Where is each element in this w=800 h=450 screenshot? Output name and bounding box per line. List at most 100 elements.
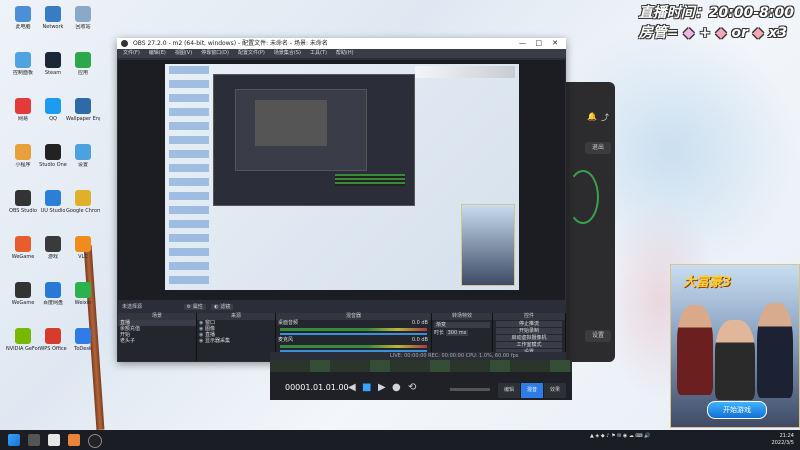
list-item-label: 显示器采集 [204,338,230,344]
overlay-icon-c: ◆ [752,25,764,41]
desktop-icon[interactable]: 回收站 [66,6,100,30]
desktop-icon-label: OBS Studio [9,208,37,214]
desktop-icon[interactable]: 游戏 [36,236,70,260]
taskbar-obs-icon[interactable] [88,434,102,448]
mixer-fader-desktop[interactable] [280,333,427,335]
desktop-icon[interactable]: Google Chrome [66,190,100,214]
tab-edit[interactable]: 编辑 [498,383,520,398]
desktop-icon[interactable]: 小程序 [6,144,40,168]
ad-character-middle [715,320,755,400]
mixer-channel-desktop-db: 0.0 dB [411,320,428,326]
transitions-dock-header: 转场特效 [432,313,492,320]
tab-mix[interactable]: 混音 [521,383,543,398]
loop-icon[interactable]: ⟲ [408,382,416,393]
desktop-icon[interactable]: 应用 [66,52,100,76]
sources-dock-header: 来源 [197,313,275,320]
scenes-list: 直播 余额充值 开始 老头子 [118,320,196,344]
desktop-icon[interactable]: WeGame [6,236,40,260]
desktop-icon[interactable]: WPS Office [36,328,70,352]
desktop-icon[interactable]: Studio One [36,144,70,168]
desktop-icon[interactable]: 此电脑 [6,6,40,30]
obs-menu-item[interactable]: 工具(T) [310,50,327,56]
control-button[interactable]: 开始录制 [496,328,562,334]
controls-dock-header: 控件 [493,313,565,320]
transition-type-select[interactable]: 渐变 [434,322,490,328]
desktop-app-icon [75,328,91,344]
close-icon[interactable]: ✕ [552,38,558,49]
desktop-icon[interactable]: Wallpaper Engine [66,98,100,122]
obs-menu-item[interactable]: 场景集合(S) [274,50,301,56]
obs-menu-item[interactable]: 停靠窗口(D) [201,50,229,56]
stop-icon[interactable]: ■ [362,382,371,393]
desktop-icon[interactable]: UU Studio [36,190,70,214]
settings-button[interactable]: 设置 [585,330,611,342]
rewind-icon[interactable]: ◀ [348,382,356,393]
desktop-icon-grid: 此电脑 Network 回收站控制面板 Steam 应用网易 QQ Wallpaper En… [0,0,110,430]
desktop-icon[interactable]: Weixin [66,282,100,306]
overlay-stream-time: 直播时间：20:00-8:00 [638,5,794,21]
desktop-icon[interactable]: 百度网盘 [36,282,70,306]
transition-duration-value[interactable]: 300 ms [445,330,469,336]
taskbar-app-icon-3[interactable] [68,434,80,446]
list-item[interactable]: 老头子 [118,338,196,344]
control-button[interactable]: 停止推流 [496,321,562,327]
desktop-icon-label: ToDesk [74,346,92,352]
desktop-icon-label: Weixin [74,300,92,306]
obs-menu-item[interactable]: 帮助(H) [336,50,354,56]
mixer-meter-mic [280,345,427,348]
desktop-app-icon [15,98,31,114]
system-tray-icons[interactable]: ▲ ◈ ◆ ♪ ⚑ ✉ ◉ ☁ ⌨ 🔊 [590,433,651,439]
desktop-icon[interactable]: 控制面板 [6,52,40,76]
obs-window[interactable]: OBS 27.2.0 - m2 (64-bit, windows) - 配置文件… [117,38,566,362]
desktop-icon[interactable]: WeGame [6,282,40,306]
control-button[interactable]: 启动虚拟摄像机 [496,335,562,341]
obs-logo-icon [121,40,128,47]
desktop-icon-label: 小程序 [15,162,31,168]
desktop-icon[interactable]: 设置 [66,144,100,168]
share-icon[interactable]: ⤴ [601,112,609,123]
desktop-icon[interactable]: Steam [36,52,70,76]
desktop-icon-label: 百度网盘 [42,300,63,306]
taskbar-clock[interactable]: 21:24 2022/3/5 [772,433,794,447]
control-button[interactable]: 工作室模式 [496,342,562,348]
secondary-app-window[interactable]: 🔔 ⤴ 退出 设置 [565,82,615,362]
mixer-channel-mic-label: 麦克风 [278,337,294,343]
obs-preview-canvas[interactable] [118,60,565,300]
desktop-icon[interactable]: ToDesk [66,328,100,352]
properties-button[interactable]: ⚙ 属性 [183,304,206,310]
desktop-icon[interactable]: 网易 [6,98,40,122]
desktop-app-icon [15,144,31,160]
sources-dock: 来源 ◉ 窗口 ◉ 图像 ◉ 直播 ◉ 显示器采集 [197,313,276,361]
scenes-dock-header: 场景 [118,313,196,320]
desktop-icon[interactable]: Network [36,6,70,30]
bell-icon[interactable]: 🔔 [587,112,597,121]
desktop-icon-label: QQ [49,116,57,122]
windows-start-icon[interactable] [8,434,20,446]
record-icon[interactable]: ● [392,382,401,393]
desktop-icon-label: Wallpaper Engine [66,116,100,122]
desktop-icon[interactable]: NVIDIA GeForce Experience [6,328,40,352]
transition-duration: 时长 300 ms [432,330,492,336]
obs-menu-item[interactable]: 视图(V) [175,50,192,56]
filters-button[interactable]: ◐ 滤镜 [211,304,234,310]
desktop-app-icon [15,52,31,68]
start-game-button[interactable]: 开始游戏 [707,401,767,419]
taskbar-app-icon-2[interactable] [48,434,60,446]
exit-button[interactable]: 退出 [585,142,611,154]
tab-effects[interactable]: 效果 [544,383,566,398]
game-ad-panel[interactable]: 大富豪3 开始游戏 [670,264,800,428]
list-item[interactable]: ◉ 显示器采集 [197,338,275,344]
maximize-icon[interactable]: □ [535,38,542,49]
minimize-icon[interactable]: — [519,38,526,49]
obs-menu-item[interactable]: 配置文件(P) [238,50,265,56]
desktop-icon[interactable]: OBS Studio [6,190,40,214]
obs-menu-item[interactable]: 文件(F) [123,50,140,56]
play-icon[interactable]: ▶ [378,382,386,393]
obs-title-bar[interactable]: OBS 27.2.0 - m2 (64-bit, windows) - 配置文件… [117,38,566,49]
desktop-icon[interactable]: VLC [66,236,100,260]
taskbar-app-icon-1[interactable] [28,434,40,446]
obs-menu-item[interactable]: 编辑(E) [149,50,166,56]
status-text: LIVE: 00:00:00 REC: 00:00:00 CPU: 1.0%, … [390,353,519,359]
desktop-icon[interactable]: QQ [36,98,70,122]
player-volume-slider[interactable] [450,388,490,391]
